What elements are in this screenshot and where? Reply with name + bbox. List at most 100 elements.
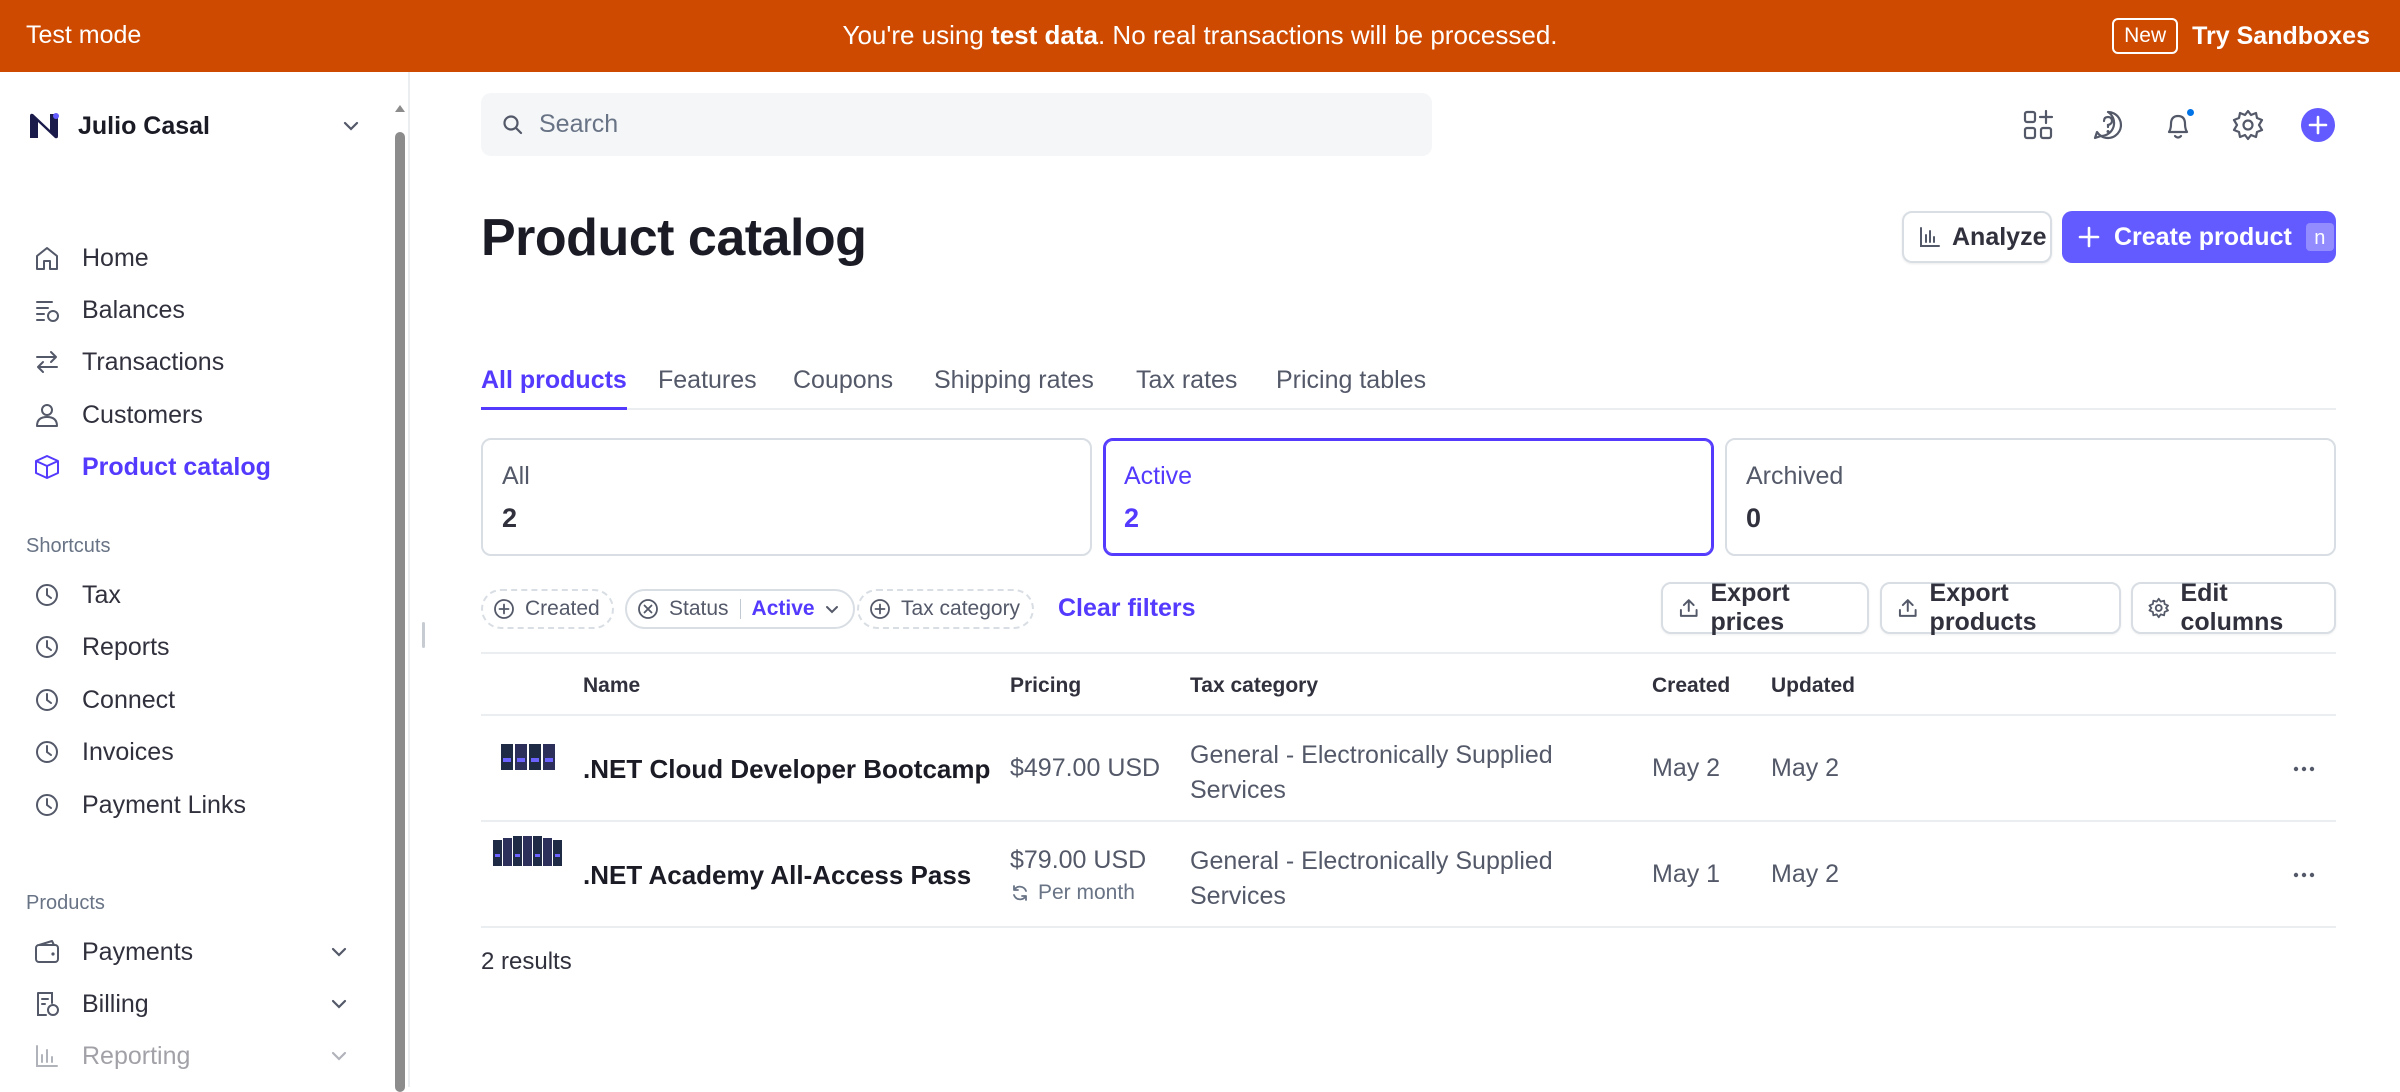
remove-circle-icon[interactable] — [637, 598, 659, 620]
product-created: May 2 — [1652, 754, 1721, 782]
shortcut-reports-label: Reports — [82, 632, 170, 661]
column-header-name[interactable]: Name — [583, 674, 640, 698]
shortcut-reports[interactable]: Reports — [32, 627, 170, 667]
product-tax-category: General - Electronically Supplied Servic… — [1190, 738, 1553, 808]
status-card-archived[interactable]: Archived 0 — [1725, 438, 2336, 556]
settings-button[interactable] — [2230, 107, 2266, 143]
search-bar[interactable] — [481, 93, 1432, 156]
clear-filters-link[interactable]: Clear filters — [1058, 594, 1196, 623]
column-header-updated[interactable]: Updated — [1771, 674, 1855, 698]
sandbox-promo[interactable]: New Try Sandboxes — [2112, 0, 2370, 72]
more-actions-icon[interactable] — [2290, 861, 2318, 889]
balances-icon — [36, 301, 59, 322]
column-header-pricing[interactable]: Pricing — [1010, 674, 1081, 698]
more-actions-icon[interactable] — [2290, 755, 2318, 783]
main-content: Product catalog Analyze Create product n… — [481, 72, 2336, 1087]
nav-payments[interactable]: Payments — [32, 932, 347, 972]
customers-icon — [36, 404, 58, 427]
tax-category-line1: General - Electronically Supplied — [1190, 847, 1553, 875]
scroll-up-arrow-icon[interactable] — [394, 102, 406, 114]
table-row[interactable]: .NET Academy All-Access Pass $79.00 USD … — [481, 822, 2336, 928]
status-card-label: All — [502, 462, 530, 490]
column-header-tax-category[interactable]: Tax category — [1190, 674, 1318, 698]
nav-transactions[interactable]: Transactions — [32, 342, 224, 382]
shortcut-tax[interactable]: Tax — [32, 575, 121, 615]
edit-columns-label: Edit columns — [2180, 579, 2284, 636]
nav-balances[interactable]: Balances — [32, 290, 185, 330]
clock-icon — [36, 584, 58, 606]
chip-separator — [739, 599, 741, 619]
account-switcher[interactable]: Julio Casal — [26, 104, 362, 148]
edit-columns-button[interactable]: Edit columns — [2131, 579, 2336, 636]
tax-category-line2: Services — [1190, 882, 1286, 910]
export-prices-label: Export prices — [1710, 579, 1790, 636]
recurring-icon — [1013, 885, 1027, 901]
sidebar-resize-handle[interactable] — [422, 622, 425, 648]
nav-customers-label: Customers — [82, 400, 203, 429]
status-card-all[interactable]: All 2 — [481, 438, 1092, 556]
nav-customers[interactable]: Customers — [32, 395, 203, 435]
product-image — [491, 834, 563, 868]
plus-circle-icon — [2301, 108, 2335, 142]
home-icon — [36, 247, 58, 270]
nav-product-catalog[interactable]: Product catalog — [32, 447, 271, 487]
filter-status-value: Active — [751, 597, 815, 620]
try-sandboxes-link[interactable]: Try Sandboxes — [2192, 22, 2370, 51]
chevron-down-icon — [331, 1051, 347, 1061]
chevron-down-icon — [343, 121, 359, 131]
apps-button[interactable] — [2020, 107, 2056, 143]
clock-icon — [36, 689, 58, 711]
status-card-active[interactable]: Active 2 — [1103, 438, 1714, 556]
shortcut-payment-links[interactable]: Payment Links — [32, 785, 246, 825]
scrollbar-thumb[interactable] — [395, 132, 405, 1092]
analyze-button[interactable]: Analyze — [1902, 211, 2052, 263]
export-products-button[interactable]: Export products — [1880, 579, 2121, 636]
filter-created-chip[interactable]: Created — [481, 589, 614, 629]
shortcut-invoices[interactable]: Invoices — [32, 732, 174, 772]
export-icon — [1898, 599, 1917, 617]
product-created: May 1 — [1652, 860, 1721, 888]
column-header-created[interactable]: Created — [1652, 674, 1730, 698]
product-name[interactable]: .NET Cloud Developer Bootcamp — [583, 754, 990, 785]
create-product-label: Create product — [2114, 222, 2292, 251]
nav-reporting[interactable]: Reporting — [32, 1036, 347, 1076]
shortcut-connect[interactable]: Connect — [32, 680, 175, 720]
shortcut-invoices-label: Invoices — [82, 737, 174, 766]
billing-icon — [37, 992, 59, 1016]
chevron-down-icon — [331, 999, 347, 1009]
plus-circle-icon — [870, 599, 890, 619]
nav-home[interactable]: Home — [32, 238, 149, 278]
message-post: . No real transactions will be processed… — [1097, 20, 1558, 50]
account-name: Julio Casal — [78, 111, 210, 140]
bar-chart-icon — [1920, 227, 1940, 247]
shortcut-connect-label: Connect — [82, 685, 176, 714]
products-heading: Products — [26, 892, 105, 914]
export-prices-button[interactable]: Export prices — [1661, 579, 1869, 636]
product-updated: May 2 — [1771, 754, 1840, 782]
create-product-button[interactable]: Create product n — [2062, 211, 2336, 263]
filter-status-chip[interactable]: Status Active — [625, 589, 855, 629]
help-button[interactable] — [2090, 107, 2126, 143]
nav-reporting-label: Reporting — [82, 1041, 191, 1070]
test-data-message: You're using test data. No real transact… — [0, 0, 2400, 72]
search-input[interactable] — [539, 110, 1399, 139]
product-updated: May 2 — [1771, 860, 1840, 888]
results-count: 2 results — [481, 948, 572, 975]
notifications-button[interactable] — [2160, 107, 2196, 143]
search-icon — [503, 114, 523, 134]
clock-icon — [36, 794, 58, 816]
filter-tax-category-chip[interactable]: Tax category — [857, 589, 1035, 629]
new-badge: New — [2112, 18, 2179, 54]
sidebar-scrollbar[interactable] — [394, 102, 406, 1092]
help-icon — [2093, 110, 2123, 140]
product-name[interactable]: .NET Academy All-Access Pass — [583, 860, 971, 891]
clock-icon — [36, 636, 58, 658]
quick-create-button[interactable] — [2300, 107, 2336, 143]
shortcut-payment-links-label: Payment Links — [82, 790, 246, 819]
status-card-count: 2 — [502, 503, 518, 533]
status-card-count: 2 — [1124, 503, 1140, 533]
nav-billing[interactable]: Billing — [32, 984, 347, 1024]
nav-balances-label: Balances — [82, 295, 185, 324]
table-row[interactable]: .NET Cloud Developer Bootcamp $497.00 US… — [481, 716, 2336, 822]
export-products-label: Export products — [1929, 579, 2037, 636]
